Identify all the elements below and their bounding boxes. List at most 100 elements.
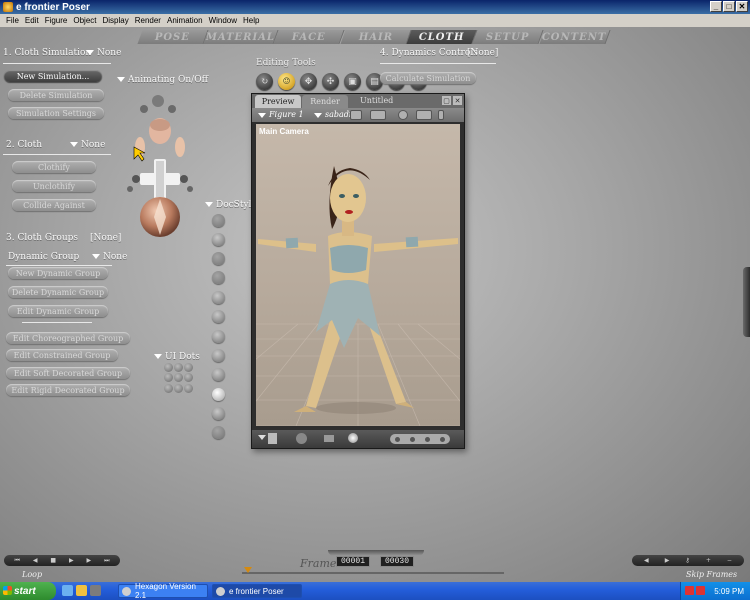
tab-face[interactable]: FACE bbox=[273, 30, 346, 44]
stop-icon[interactable]: ■ bbox=[50, 557, 56, 564]
prev-frame-icon[interactable]: ◀ bbox=[33, 557, 38, 564]
docstyle-dot[interactable] bbox=[212, 426, 225, 439]
tab-hair[interactable]: HAIR bbox=[340, 30, 412, 44]
edit-constrained-group-button[interactable]: Edit Constrained Group bbox=[6, 349, 118, 361]
docstyle-menu[interactable]: DocStyle bbox=[205, 200, 257, 210]
docstyle-dot[interactable] bbox=[212, 388, 225, 401]
tab-setup[interactable]: SETUP bbox=[472, 30, 545, 44]
ui-dot[interactable] bbox=[174, 373, 183, 383]
doc-resize-icon[interactable]: ▢ bbox=[442, 96, 451, 105]
scroll-icon[interactable] bbox=[438, 110, 444, 120]
total-frames-field[interactable]: 00030 bbox=[380, 556, 414, 567]
texture-toggle-icon[interactable] bbox=[350, 110, 362, 120]
docstyle-dot[interactable] bbox=[212, 310, 225, 323]
quick-launch-browser-icon[interactable] bbox=[62, 585, 73, 596]
menu-object[interactable]: Object bbox=[70, 16, 99, 25]
scale-tool-icon[interactable]: ▣ bbox=[344, 73, 361, 90]
tab-material[interactable]: MATERIAL bbox=[203, 30, 279, 44]
last-frame-icon[interactable]: ⏭ bbox=[104, 557, 109, 565]
simulation-settings-button[interactable]: Simulation Settings bbox=[8, 107, 104, 119]
playback-controls[interactable]: ⏮ ◀ ■ ▶ ▶ ⏭ bbox=[4, 555, 120, 566]
collide-against-button[interactable]: Collide Against bbox=[12, 199, 96, 211]
ui-dot[interactable] bbox=[184, 373, 193, 383]
calculate-simulation-button[interactable]: Calculate Simulation bbox=[380, 72, 476, 84]
next-key-icon[interactable]: ▶ bbox=[665, 557, 670, 564]
edit-soft-decorated-group-button[interactable]: Edit Soft Decorated Group bbox=[6, 367, 130, 379]
remove-key-icon[interactable]: − bbox=[727, 557, 732, 564]
actor-menu[interactable]: sabadi bbox=[314, 110, 351, 119]
dynamic-group-menu[interactable]: None bbox=[92, 252, 127, 262]
doc-close-icon[interactable]: ✕ bbox=[453, 96, 462, 105]
docstyle-dot[interactable] bbox=[212, 330, 225, 343]
docstyle-dot[interactable] bbox=[212, 368, 225, 381]
animating-toggle[interactable]: Animating On/Off bbox=[117, 75, 208, 85]
rotate-tool-icon[interactable]: ↻ bbox=[256, 73, 273, 90]
doc-axis-icon[interactable] bbox=[324, 435, 334, 442]
quick-launch-desktop-icon[interactable] bbox=[90, 585, 101, 596]
cloth-simulation-menu[interactable]: None bbox=[86, 48, 121, 58]
ui-dot[interactable] bbox=[184, 363, 193, 372]
close-button[interactable]: ✕ bbox=[736, 1, 748, 12]
doc-light-icon[interactable] bbox=[348, 433, 358, 443]
tab-pose[interactable]: POSE bbox=[137, 30, 209, 44]
docstyle-dot[interactable] bbox=[212, 233, 225, 246]
menu-display[interactable]: Display bbox=[100, 16, 132, 25]
next-frame-icon[interactable]: ▶ bbox=[87, 557, 92, 564]
docstyle-dot[interactable] bbox=[212, 214, 225, 227]
ui-dot[interactable] bbox=[184, 383, 193, 393]
edit-choreographed-group-button[interactable]: Edit Choreographed Group bbox=[6, 332, 130, 344]
doc-ground-icon[interactable] bbox=[296, 433, 307, 444]
twist-tool-icon[interactable]: ☺ bbox=[278, 73, 295, 90]
keyframe-controls[interactable]: ◀ ▶ ⚷ + − bbox=[632, 555, 744, 566]
taskbar-item-poser[interactable]: e frontier Poser bbox=[212, 584, 302, 598]
parameter-dial-control[interactable] bbox=[120, 89, 196, 239]
unclothify-button[interactable]: Unclothify bbox=[12, 180, 96, 192]
menu-help[interactable]: Help bbox=[240, 16, 262, 25]
first-frame-icon[interactable]: ⏮ bbox=[14, 557, 19, 565]
ui-dot[interactable] bbox=[174, 383, 183, 393]
current-frame-field[interactable]: 00001 bbox=[336, 556, 370, 567]
quick-launch-folder-icon[interactable] bbox=[76, 585, 87, 596]
light-toggle-icon[interactable] bbox=[398, 110, 408, 120]
docstyle-dot[interactable] bbox=[212, 349, 225, 362]
docstyle-dot[interactable] bbox=[212, 271, 225, 284]
translate-in-out-icon[interactable]: ✣ bbox=[322, 73, 339, 90]
ui-dot[interactable] bbox=[164, 373, 173, 383]
clothify-button[interactable]: Clothify bbox=[12, 161, 96, 173]
prev-key-icon[interactable]: ◀ bbox=[644, 557, 649, 564]
delete-dynamic-group-button[interactable]: Delete Dynamic Group bbox=[8, 286, 108, 298]
docstyle-dot[interactable] bbox=[212, 291, 225, 304]
tab-cloth[interactable]: CLOTH bbox=[406, 30, 478, 44]
doc-square-icon[interactable] bbox=[268, 433, 277, 444]
menu-figure[interactable]: Figure bbox=[42, 16, 71, 25]
menu-render[interactable]: Render bbox=[132, 16, 164, 25]
menu-animation[interactable]: Animation bbox=[164, 16, 206, 25]
add-key-icon[interactable]: + bbox=[706, 557, 711, 564]
tab-render[interactable]: Render bbox=[302, 95, 348, 108]
delete-simulation-button[interactable]: Delete Simulation bbox=[8, 89, 104, 101]
ui-dot[interactable] bbox=[164, 363, 173, 372]
cloth-menu[interactable]: None bbox=[70, 140, 105, 150]
edit-dynamic-group-button[interactable]: Edit Dynamic Group bbox=[8, 305, 108, 317]
ui-dots-label[interactable]: UI Dots bbox=[154, 352, 200, 362]
timeline-track[interactable] bbox=[242, 572, 504, 574]
play-icon[interactable]: ▶ bbox=[69, 557, 74, 564]
maximize-button[interactable]: □ bbox=[723, 1, 735, 12]
skip-frames-label[interactable]: Skip Frames bbox=[686, 570, 737, 579]
timeline-scrubber[interactable] bbox=[244, 567, 252, 573]
new-simulation-button[interactable]: New Simulation... bbox=[4, 70, 102, 82]
docstyle-dot[interactable] bbox=[212, 407, 225, 420]
tray-icon[interactable] bbox=[696, 586, 705, 595]
figure-menu[interactable]: Figure 1 bbox=[258, 110, 304, 119]
menu-window[interactable]: Window bbox=[206, 16, 240, 25]
tab-preview[interactable]: Preview bbox=[255, 95, 301, 108]
loop-label[interactable]: Loop bbox=[22, 570, 42, 579]
menu-file[interactable]: File bbox=[3, 16, 22, 25]
tab-content[interactable]: CONTENT bbox=[539, 30, 611, 44]
minimize-button[interactable]: _ bbox=[710, 1, 722, 12]
ui-dot[interactable] bbox=[174, 363, 183, 372]
preview-viewport[interactable]: Main Camera bbox=[256, 124, 460, 426]
start-button[interactable]: start bbox=[0, 582, 56, 600]
menu-edit[interactable]: Edit bbox=[22, 16, 42, 25]
new-dynamic-group-button[interactable]: New Dynamic Group bbox=[8, 267, 108, 279]
